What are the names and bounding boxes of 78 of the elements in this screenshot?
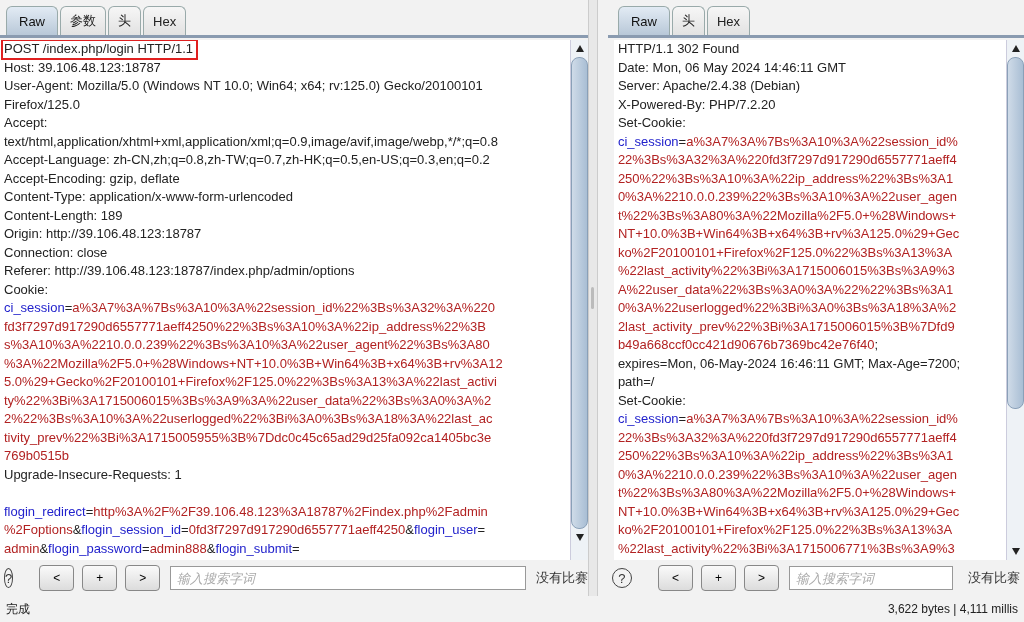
text-line: 22%3Bs%3A32%3A%220fd3f7297d917290d6557771aeff4 bbox=[617, 428, 957, 447]
text-line: ci_session=a%3A7%3A%7Bs%3A10%3A%22session_id% bbox=[617, 410, 958, 428]
text-line: Host: 39.106.48.123:18787 bbox=[4, 58, 161, 77]
text-line: text/html,application/xhtml+xml,application/xml;q=0.9,image/avif,image/webp,*/*;q=0.8 bbox=[4, 132, 498, 151]
text-line: %22last_activity%22%3Bi%3A1715006771%3Bs%3A9%3 bbox=[617, 539, 955, 558]
text-line: ci_session=a%3A7%3A%7Bs%3A10%3A%22session_id% bbox=[617, 132, 958, 151]
text-line: ci_session=a%3A7%3A%7Bs%3A10%3A%22session_id%22%3Bs%3A32%3A%220 bbox=[4, 299, 496, 317]
text-line: s%3A10%3A%2210.0.0.239%22%3Bs%3A10%3A%22user_agent%22%3Bs%3A80 bbox=[4, 336, 490, 354]
tab[interactable]: 头 bbox=[671, 6, 705, 35]
text-line: ko%2F20100101+Firefox%2F125.0%22%3Bs%3A13%3A bbox=[617, 243, 953, 262]
text-line: HTTP/1.1 302 Found bbox=[617, 40, 740, 58]
text-line: %2Foptions&flogin_session_id=0fd3f7297d917290d6557771aeff4250&flogin_user= bbox=[4, 521, 486, 539]
text-line: 22%3Bs%3A32%3A%220fd3f7297d917290d6557771aeff4 bbox=[617, 151, 957, 169]
text-line: flogin_redirect=http%3A%2F%2F39.106.48.123%3A18787%2Findex.php%2Fadmin bbox=[4, 502, 488, 521]
text-line: Set-Cookie: bbox=[617, 391, 686, 410]
nav-button[interactable]: < bbox=[39, 565, 75, 591]
text-line: admin&flogin_password=admin888&flogin_submit= bbox=[4, 539, 300, 558]
text-line: NT+10.0%3B+Win64%3B+x64%3B+rv%3A125.0%29+Gec bbox=[617, 225, 960, 243]
message-editor[interactable] bbox=[0, 40, 588, 560]
search-field[interactable]: 输入搜索字词 bbox=[170, 566, 527, 590]
text-line: A%22user_data%22%3Bs%3A0%3A%22%22%3Bs%3A1 bbox=[617, 280, 954, 299]
text-line: Content-Type: application/x-www-form-urlencoded bbox=[4, 188, 293, 206]
text-line: 769b0515b bbox=[4, 447, 70, 465]
text-line: expires=Mon, 06-May-2024 16:46:11 GMT; Max-Age=7200; bbox=[617, 354, 961, 373]
text-line: Accept-Encoding: gzip, deflate bbox=[4, 169, 180, 188]
text-line: 0%3A%2210.0.0.239%22%3Bs%3A10%3A%22user_agen bbox=[617, 465, 957, 484]
tab[interactable]: 参数 bbox=[60, 6, 106, 35]
text-line: b49a668ccf0cc421d90676b7369bc42e76f40; bbox=[617, 336, 879, 354]
nav-button[interactable]: + bbox=[700, 565, 736, 591]
tab[interactable]: 头 bbox=[108, 6, 141, 35]
text-line: t%22%3Bs%3A80%3A%22Mozilla%2F5.0+%28Windows+ bbox=[617, 206, 957, 225]
text-line: 2%22%3Bs%3A10%3A%22userlogged%22%3Bi%3A0%3Bs%3A18%3A%22last_ac bbox=[4, 410, 493, 428]
scrollbar[interactable] bbox=[570, 40, 588, 560]
text-line: User-Agent: Mozilla/5.0 (Windows NT 10.0; Win64; x64; rv:125.0) Gecko/20100101 bbox=[4, 77, 483, 95]
tab[interactable]: Hex bbox=[143, 6, 187, 35]
status-text: 完成 bbox=[6, 600, 30, 618]
text-line: 250%22%3Bs%3A10%3A%22ip_address%22%3Bs%3A1 bbox=[617, 447, 954, 465]
tab[interactable]: Hex bbox=[706, 6, 751, 35]
nav-button[interactable]: < bbox=[657, 565, 693, 591]
text-line: 0%3A%2210.0.0.239%22%3Bs%3A10%3A%22user_agen bbox=[617, 188, 957, 206]
text-line: Accept: bbox=[4, 114, 48, 132]
text-line: Set-Cookie: bbox=[617, 114, 686, 132]
text-line: tivity_prev%22%3Bi%3A1715005955%3B%7Ddc0c45c65ad29d25fa092ca1405bc3e bbox=[4, 428, 492, 447]
text-line: Origin: http://39.106.48.123:18787 bbox=[4, 225, 202, 243]
response-stats: 3,622 bytes | 4,111 millis bbox=[887, 602, 1018, 616]
text-line: t%22%3Bs%3A80%3A%22Mozilla%2F5.0+%28Windows+ bbox=[617, 484, 957, 502]
text-line: ko%2F20100101+Firefox%2F125.0%22%3Bs%3A13%3A bbox=[617, 521, 953, 539]
text-line: Upgrade-Insecure-Requests: 1 bbox=[4, 465, 182, 484]
text-line: Date: Mon, 06 May 2024 14:46:11 GMT bbox=[617, 58, 846, 77]
message-editor[interactable] bbox=[613, 40, 1024, 560]
nav-button[interactable]: > bbox=[743, 565, 779, 591]
tab[interactable]: Raw bbox=[617, 6, 670, 35]
text-line: %3A%22Mozilla%2F5.0+%28Windows+NT+10.0%3B+Win64%3B+x64%3B+rv%3A12 bbox=[4, 354, 503, 373]
text-line: %22last_activity%22%3Bi%3A1715006015%3Bs%3A9%3 bbox=[617, 262, 955, 280]
text-line: Connection: close bbox=[4, 243, 108, 262]
text-line: 0%3A%22userlogged%22%3Bi%3A0%3Bs%3A18%3A%2 bbox=[617, 299, 957, 317]
match-status: 没有比赛 bbox=[536, 569, 589, 587]
text-line: ty%22%3Bi%3A1715006015%3Bs%3A9%3A%22user_data%22%3Bs%3A0%3A%2 bbox=[4, 391, 492, 410]
search-field[interactable]: 输入搜索字词 bbox=[788, 566, 953, 590]
text-line: Referer: http://39.106.48.123:18787/index.php/admin/options bbox=[4, 262, 355, 280]
nav-button[interactable]: + bbox=[82, 565, 118, 591]
text-line: Server: Apache/2.4.38 (Debian) bbox=[617, 77, 800, 95]
nav-button[interactable]: > bbox=[125, 565, 161, 591]
text-line: X-Powered-By: PHP/7.2.20 bbox=[617, 95, 776, 114]
tab[interactable]: Raw bbox=[6, 6, 58, 35]
text-line: 5.0%29+Gecko%2F20100101+Firefox%2F125.0%22%3Bs%3A13%3A%22last_activi bbox=[4, 373, 497, 391]
text-line: Accept-Language: zh-CN,zh;q=0.8,zh-TW;q=0.7,zh-HK;q=0.5,en-US;q=0.3,en;q=0.2 bbox=[4, 151, 490, 169]
highlighted-text-line: POST /index.php/login HTTP/1.1 bbox=[2, 40, 198, 59]
text-line: NT+10.0%3B+Win64%3B+x64%3B+rv%3A125.0%29+Gec bbox=[617, 502, 960, 521]
scrollbar[interactable] bbox=[1006, 40, 1024, 560]
text-line: fd3f7297d917290d6557771aeff4250%22%3Bs%3A10%3A%22ip_address%22%3B bbox=[4, 317, 486, 336]
text-line: Content-Length: 189 bbox=[4, 206, 123, 225]
text-line: 2last_activity_prev%22%3Bi%3A1715006015%3B%7Dfd9 bbox=[617, 317, 955, 336]
text-line: Firefox/125.0 bbox=[4, 95, 80, 114]
text-line: path=/ bbox=[617, 373, 655, 391]
text-line: Cookie: bbox=[4, 280, 49, 299]
text-line: 250%22%3Bs%3A10%3A%22ip_address%22%3Bs%3A1 bbox=[617, 169, 954, 188]
match-status: 没有比赛 bbox=[968, 569, 1020, 587]
